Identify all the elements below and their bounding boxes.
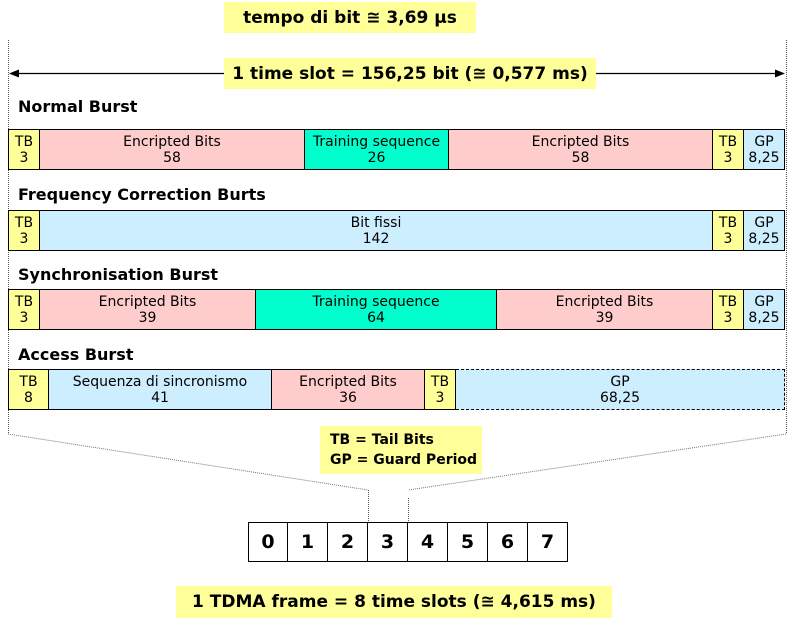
segment-value: 41 [151,389,169,406]
segment-label: Bit fissi [350,214,402,231]
segment-value: 3 [723,309,733,326]
segment-fixed-bits: Bit fissi 142 [40,210,713,251]
segment-guard-period: GP 8,25 [744,129,785,170]
legend-tail-bits: TB = Tail Bits [330,432,434,448]
segment-encrypted-bits: Encripted Bits 36 [272,369,425,410]
segment-label: TB [19,373,38,390]
segment-tail-bits: TB 3 [425,369,456,410]
normal-burst-title: Normal Burst [18,97,138,116]
segment-label: Training sequence [312,293,440,310]
segment-value: 3 [435,389,445,406]
segment-value: 3 [19,149,29,166]
frame-slot: 4 [408,522,448,562]
segment-label: Training sequence [312,133,441,150]
frame-slot: 2 [328,522,368,562]
segment-tail-bits: TB 8 [8,369,49,410]
segment-value: 68,25 [599,389,641,406]
segment-label: TB [14,214,34,231]
segment-value: 142 [362,230,390,247]
segment-label: Sequenza di sincronismo [72,373,248,390]
segment-encrypted-bits: Encripted Bits 58 [40,129,305,170]
segment-label: Encripted Bits [98,293,197,310]
frame-slot: 5 [448,522,488,562]
segment-sync-sequence: Sequenza di sincronismo 41 [49,369,272,410]
frame-slot-highlighted: 3 [368,522,408,562]
segment-label: Encripted Bits [555,293,654,310]
segment-value: 3 [19,309,29,326]
frequency-correction-burst-row: TB 3 Bit fissi 142 TB 3 GP 8,25 [8,210,785,251]
segment-label: TB [718,133,738,150]
segment-value: 3 [19,230,29,247]
segment-encrypted-bits: Encripted Bits 58 [449,129,713,170]
segment-guard-period: GP 68,25 [456,369,785,410]
segment-encrypted-bits: Encripted Bits 39 [497,289,713,330]
segment-tail-bits: TB 3 [713,129,744,170]
frequency-correction-burst-title: Frequency Correction Burts [18,185,266,204]
segment-tail-bits: TB 3 [8,210,40,251]
segment-value: 8 [24,389,33,406]
segment-label: Encripted Bits [123,133,221,150]
segment-value: 58 [163,149,181,166]
segment-value: 3 [723,149,733,166]
segment-label: GP [754,214,774,231]
segment-label: Encripted Bits [299,373,397,390]
access-burst-title: Access Burst [18,345,134,364]
segment-value: 8,25 [748,309,780,326]
normal-burst-row: TB 3 Encripted Bits 58 Training sequence… [8,129,785,170]
tdma-frame-caption: 1 TDMA frame = 8 time slots (≅ 4,615 ms) [176,586,612,618]
segment-tail-bits: TB 3 [8,129,40,170]
arrow-left-head [9,69,19,78]
segment-tail-bits: TB 3 [8,289,40,330]
segment-label: TB [718,293,738,310]
segment-label: Encripted Bits [531,133,630,150]
segment-value: 58 [571,149,590,166]
segment-label: GP [754,133,774,150]
synchronisation-burst-title: Synchronisation Burst [18,265,219,284]
time-slot-note: 1 time slot = 156,25 bit (≅ 0,577 ms) [224,58,596,89]
frame-slot: 0 [248,522,288,562]
segment-label: TB [14,133,34,150]
segment-label: TB [14,293,34,310]
segment-value: 64 [367,309,385,326]
segment-encrypted-bits: Encripted Bits 39 [40,289,256,330]
segment-value: 39 [138,309,157,326]
access-burst-row: TB 8 Sequenza di sincronismo 41 Encripte… [8,369,785,410]
segment-value: 36 [339,389,357,406]
segment-tail-bits: TB 3 [713,210,744,251]
segment-tail-bits: TB 3 [713,289,744,330]
segment-value: 26 [367,149,386,166]
legend-note: TB = Tail Bits GP = Guard Period [320,426,482,474]
segment-value: 3 [723,230,733,247]
arrow-right-head [775,69,785,78]
synchronisation-burst-row: TB 3 Encripted Bits 39 Training sequence… [8,289,785,330]
legend-guard-period: GP = Guard Period [330,452,478,468]
segment-training-sequence: Training sequence 64 [256,289,497,330]
segment-value: 8,25 [748,149,780,166]
bit-time-note: tempo di bit ≅ 3,69 μs [224,2,476,33]
frame-slot: 6 [488,522,528,562]
segment-guard-period: GP 8,25 [744,289,785,330]
segment-value: 39 [595,309,614,326]
frame-slot: 1 [288,522,328,562]
segment-training-sequence: Training sequence 26 [305,129,449,170]
segment-label: GP [610,373,630,390]
segment-guard-period: GP 8,25 [744,210,785,251]
segment-label: TB [430,373,450,390]
tdma-frame: 0 1 2 3 4 5 6 7 [248,522,568,562]
zoom-line-left [7,433,369,491]
segment-value: 8,25 [748,230,780,247]
segment-label: GP [754,293,774,310]
segment-label: TB [718,214,738,231]
frame-slot: 7 [528,522,568,562]
